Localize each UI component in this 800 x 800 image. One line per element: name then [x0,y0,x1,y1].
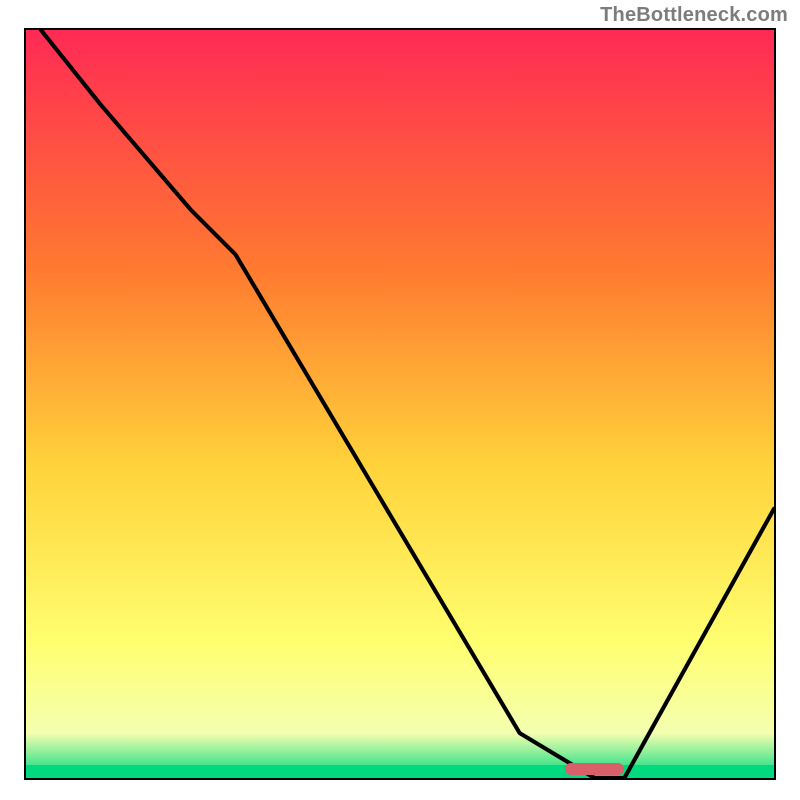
watermark-text: TheBottleneck.com [600,4,788,27]
plot-area [24,28,776,780]
curve-polyline [41,30,774,778]
optimal-marker [565,763,625,775]
bottleneck-curve [26,30,774,778]
chart-frame: TheBottleneck.com [0,0,800,800]
